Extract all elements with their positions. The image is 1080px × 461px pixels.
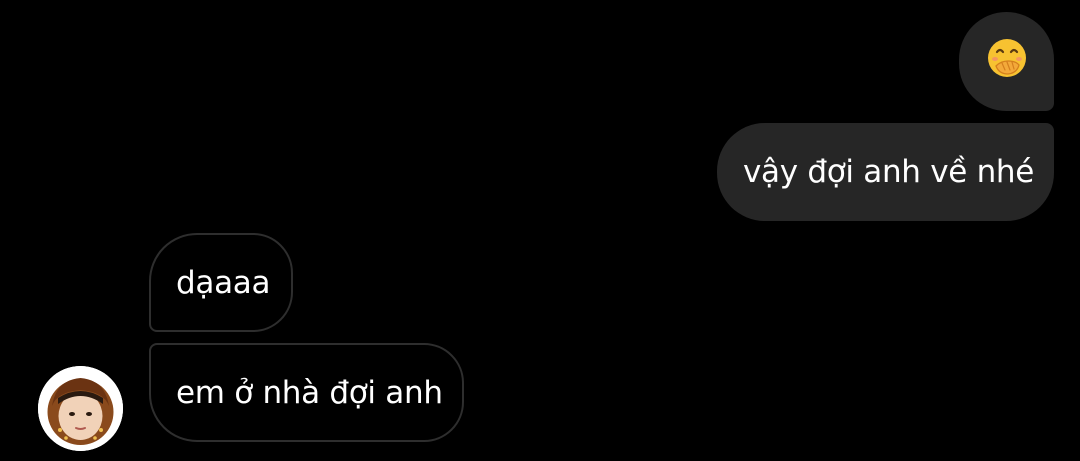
message-bubble-outgoing[interactable]: vậy đợi anh về nhé (717, 123, 1054, 221)
message-text: vậy đợi anh về nhé (743, 154, 1035, 190)
message-bubble-outgoing-emoji[interactable] (959, 12, 1054, 111)
face-with-hand-over-mouth-icon (986, 37, 1028, 87)
message-bubble-incoming[interactable]: em ở nhà đợi anh (149, 343, 464, 442)
message-text: em ở nhà đợi anh (176, 374, 443, 411)
avatar[interactable] (38, 366, 123, 451)
message-bubble-incoming[interactable]: dạaaa (149, 233, 293, 332)
message-text: dạaaa (176, 264, 271, 301)
